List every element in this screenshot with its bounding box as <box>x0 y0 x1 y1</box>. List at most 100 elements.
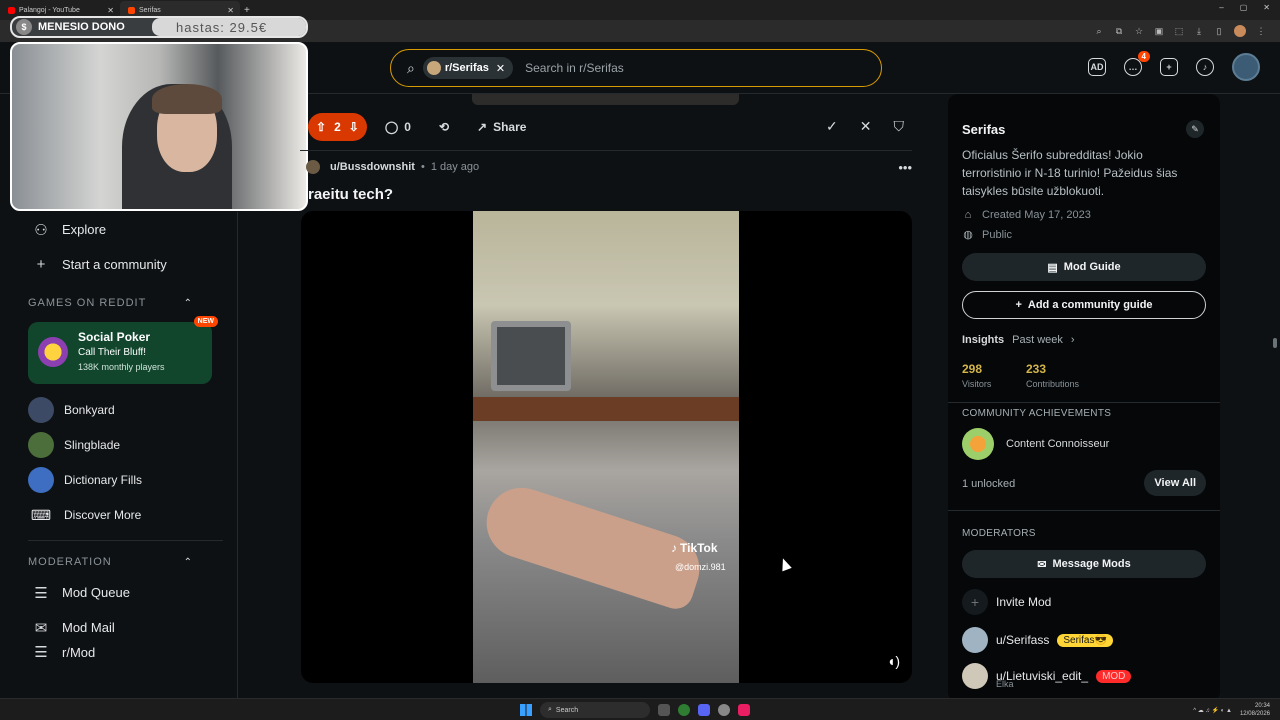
create-post-icon[interactable]: + <box>1160 58 1178 76</box>
donation-goal-value: hastas: 29.5€ <box>152 18 306 36</box>
moderator-item[interactable]: u/Lietuviski_edit_ MOD Elka <box>962 663 1132 689</box>
tiktok-watermark: ♪ TikTok <box>671 541 718 555</box>
close-tab-icon[interactable]: ✕ <box>107 6 114 15</box>
share-button[interactable]: ↗ Share <box>467 113 536 141</box>
extension-icon[interactable]: ▣ <box>1154 26 1164 37</box>
vote-control: ⇧ 2 ⇩ <box>308 113 367 141</box>
sidebar-item-mod-queue[interactable]: ☰ Mod Queue <box>14 575 237 610</box>
downvote-icon[interactable]: ⇩ <box>349 120 359 134</box>
youtube-favicon-icon <box>8 6 15 14</box>
maximize-button[interactable]: ▢ <box>1240 3 1248 12</box>
sidebar-item-explore[interactable]: ⚇ Explore <box>14 212 237 247</box>
user-avatar[interactable] <box>1232 53 1260 81</box>
clear-chip-icon[interactable]: ✕ <box>496 62 505 75</box>
reddit-favicon-icon <box>128 6 135 14</box>
install-icon[interactable]: ⧉ <box>1114 26 1124 37</box>
dictionary-fills-icon <box>28 466 54 493</box>
volume-icon[interactable]: ◖) <box>887 653 900 669</box>
new-tab-button[interactable]: + <box>244 5 250 16</box>
post-title[interactable]: raeitu tech? <box>308 186 393 203</box>
comment-icon: ◯ <box>384 120 399 134</box>
notifications-bell-icon[interactable]: ♪ <box>1196 58 1214 76</box>
insights-header[interactable]: Insights Past week › <box>962 334 1075 346</box>
divider <box>28 540 223 541</box>
sidebar-item-start-community[interactable]: + Start a community <box>14 247 237 282</box>
add-community-guide-button[interactable]: + Add a community guide <box>962 291 1206 319</box>
approve-icon[interactable]: ✓ <box>826 118 838 135</box>
insights-period: Past week <box>1012 334 1063 346</box>
featured-game-card[interactable]: Social Poker Call Their Bluff! 138K mont… <box>28 316 218 384</box>
games-section-header[interactable]: GAMES ON REDDIT ⌃ <box>14 290 237 316</box>
moderator-item[interactable]: u/Serifass Serifas😎 <box>962 627 1113 653</box>
tiktok-app-icon[interactable] <box>738 704 750 716</box>
achievement-item[interactable]: Content Connoisseur <box>962 428 1109 460</box>
chat-icon[interactable]: … 4 <box>1124 51 1150 76</box>
bookmark-star-icon[interactable]: ☆ <box>1134 26 1144 37</box>
chrome-icon[interactable] <box>678 704 690 716</box>
chevron-right-icon: › <box>1070 334 1075 346</box>
sidebar-item-slingblade[interactable]: Slingblade <box>14 427 237 462</box>
page-scrollbar[interactable] <box>1273 338 1277 348</box>
clock[interactable]: 20:34 12/08/2026 <box>1240 702 1270 718</box>
achievements-heading: COMMUNITY ACHIEVEMENTS <box>962 408 1112 419</box>
sidebar-item-label: Mod Mail <box>62 620 115 635</box>
shield-icon[interactable]: ⛉ <box>894 118 905 135</box>
separator-dot: • <box>420 161 425 173</box>
sidebar-item-r-mod[interactable]: ☰ r/Mod <box>14 645 237 659</box>
obs-icon[interactable] <box>718 704 730 716</box>
contributions-label: Contributions <box>1026 379 1080 389</box>
more-options-icon[interactable]: ••• <box>898 160 912 175</box>
sidebar-item-mod-mail[interactable]: ✉ Mod Mail <box>14 610 237 645</box>
previous-post-image-edge <box>472 94 739 105</box>
comments-button[interactable]: ◯ 0 <box>375 113 421 141</box>
taskbar-search[interactable]: ⌕ Search <box>540 702 650 718</box>
download-icon[interactable]: ⤓ <box>1194 26 1204 37</box>
extensions-puzzle-icon[interactable]: ⬚ <box>1174 26 1184 37</box>
mod-mail-icon: ✉ <box>34 619 48 637</box>
upvote-icon[interactable]: ⇧ <box>316 120 326 134</box>
taskview-icon[interactable] <box>658 704 670 716</box>
discord-icon[interactable] <box>698 704 710 716</box>
edit-pencil-icon[interactable]: ✎ <box>1186 120 1204 138</box>
post-time: 1 day ago <box>430 161 480 173</box>
sidebar-panel-icon[interactable]: ▯ <box>1214 26 1224 37</box>
close-window-button[interactable]: ✕ <box>1263 3 1270 12</box>
taskbar-apps: ⌕ Search <box>520 702 750 718</box>
crosspost-button[interactable]: ⟲ <box>429 113 459 141</box>
sidebar-item-discover-more[interactable]: ⌨ Discover More <box>14 497 237 532</box>
sidebar-item-label: Bonkyard <box>64 402 115 417</box>
tiktok-username: @domzi.981 <box>675 562 726 572</box>
search-bar[interactable]: ⌕ r/Serifas ✕ Search in r/Serifas <box>390 49 882 87</box>
taskbar-search-label: Search <box>555 706 579 714</box>
minimize-button[interactable]: – <box>1219 3 1223 12</box>
subreddit-search-chip[interactable]: r/Serifas ✕ <box>422 57 514 79</box>
section-title: GAMES ON REDDIT <box>28 297 147 309</box>
view-all-button[interactable]: View All <box>1144 470 1206 496</box>
close-tab-icon[interactable]: ✕ <box>227 6 234 15</box>
mod-guide-button[interactable]: ▤ Mod Guide <box>962 253 1206 281</box>
remove-icon[interactable]: ✕ <box>860 118 872 135</box>
sidebar-item-dictionary-fills[interactable]: Dictionary Fills <box>14 462 237 497</box>
post-video-player[interactable]: ♪ TikTok @domzi.981 ◖) <box>301 211 912 683</box>
system-tray: ^ ☁ ♫ ⚡ ◐ ▲ 20:34 12/08/2026 <box>1193 702 1270 718</box>
visitors-count: 298 <box>962 362 983 376</box>
cake-icon: ⌂ <box>964 209 972 221</box>
browser-profile-avatar[interactable] <box>1234 25 1246 37</box>
search-input[interactable]: Search in r/Serifas <box>525 61 624 75</box>
tray-icons[interactable]: ^ ☁ ♫ ⚡ ◐ ▲ <box>1193 707 1232 714</box>
advertise-icon[interactable]: AD <box>1088 58 1106 76</box>
mail-icon: ✉ <box>1037 558 1047 571</box>
visitors-label: Visitors <box>962 379 992 389</box>
browser-menu-icon[interactable]: ⋮ <box>1256 26 1266 37</box>
sidebar-item-bonkyard[interactable]: Bonkyard <box>14 392 237 427</box>
windows-start-icon[interactable] <box>520 704 532 716</box>
post-author[interactable]: u/Bussdownshit <box>330 161 415 173</box>
vote-count: 2 <box>334 120 341 134</box>
message-mods-button[interactable]: ✉ Message Mods <box>962 550 1206 578</box>
invite-mod-button[interactable]: + Invite Mod <box>962 589 1051 615</box>
zoom-icon[interactable]: ⌕ <box>1094 26 1104 37</box>
moderation-section-header[interactable]: MODERATION ⌃ <box>14 549 237 575</box>
author-avatar[interactable] <box>306 160 320 174</box>
social-poker-icon <box>38 337 68 367</box>
moderator-name: u/Serifass <box>996 633 1050 647</box>
